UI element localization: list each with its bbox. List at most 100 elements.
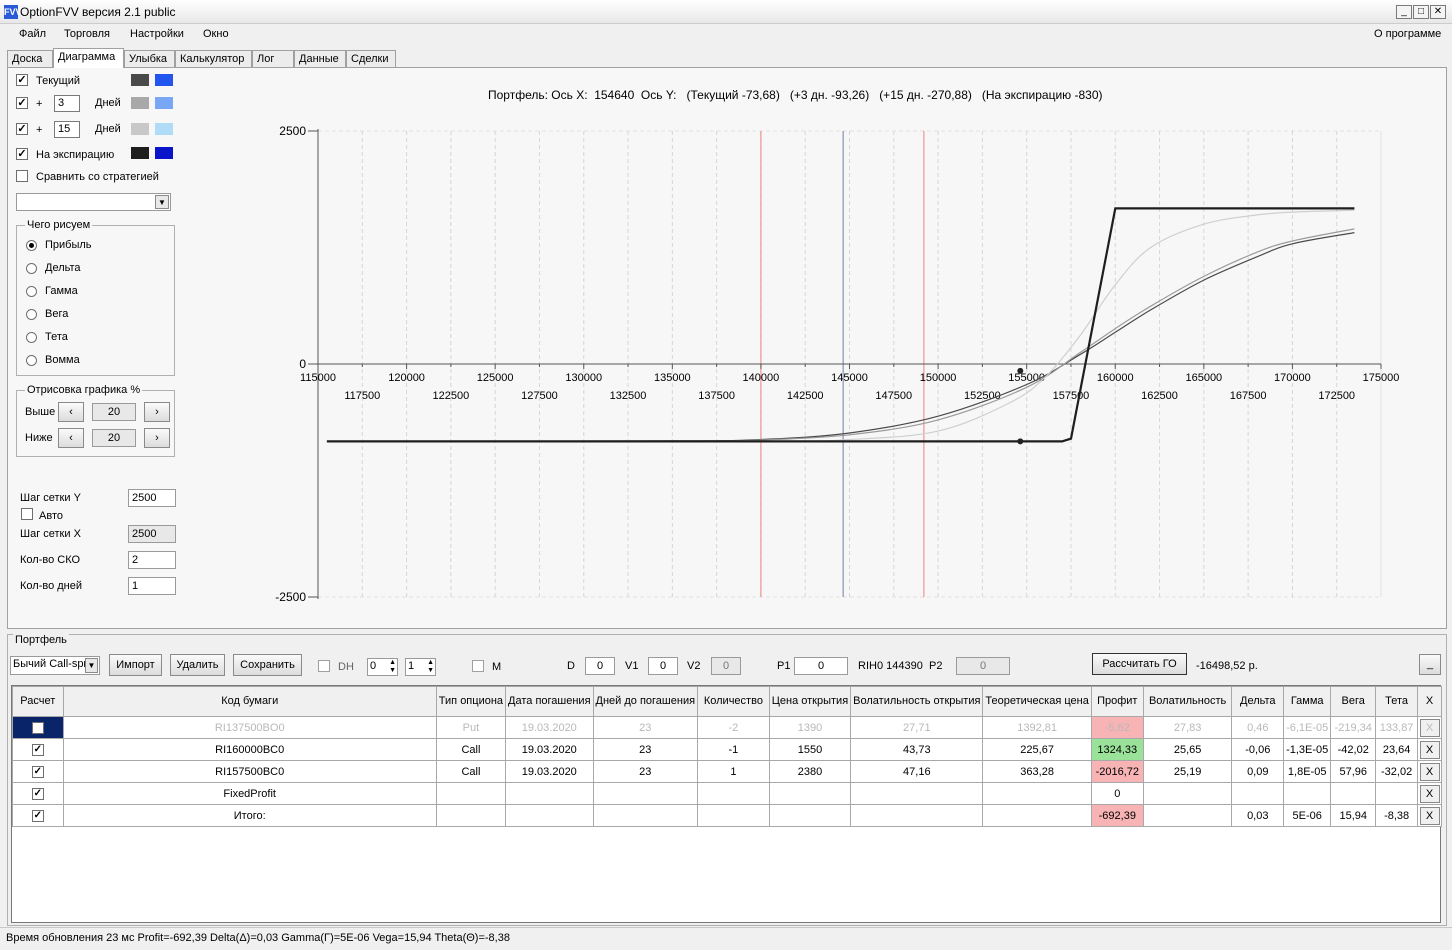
row-calc-checkbox[interactable]: ✓ <box>31 765 44 778</box>
remove-cell[interactable]: X <box>1417 716 1442 739</box>
calc-cell[interactable]: ✓ <box>12 738 64 761</box>
tab-log[interactable]: Лог <box>252 50 294 68</box>
dh-checkbox[interactable] <box>318 660 330 672</box>
delete-button[interactable]: Удалить <box>170 654 225 676</box>
table-row[interactable]: ✓ Итого: -692,39 0,03 5E-06 15,94 -8,38 X <box>12 804 1442 827</box>
remove-row-button[interactable]: X <box>1419 806 1440 825</box>
portfolio-strategy-select[interactable]: Бычий Call-spr ▼ <box>10 656 100 675</box>
remove-cell[interactable]: X <box>1417 804 1442 827</box>
table-row[interactable]: ✓ FixedProfit 0 X <box>12 782 1442 805</box>
menu-trading[interactable]: Торговля <box>64 28 110 40</box>
close-button[interactable]: ✕ <box>1430 5 1446 19</box>
column-header-open-volatility[interactable]: Волатильность открытия <box>850 686 984 717</box>
remove-cell[interactable]: X <box>1417 782 1442 805</box>
menu-file[interactable]: Файл <box>19 28 46 40</box>
payoff-chart[interactable]: 2500 0 -2500 115000 120000 125000 130000 135000… <box>8 68 1446 628</box>
x-tick-label-lower: 152500 <box>964 390 1001 402</box>
column-header-days-to-expiry[interactable]: Дней до погашения <box>592 686 699 717</box>
p2-input[interactable]: 0 <box>956 657 1010 675</box>
cell-days: 23 <box>592 760 699 783</box>
remove-row-button[interactable]: X <box>1419 740 1440 759</box>
x-tick-label-upper: 120000 <box>388 372 425 384</box>
cell-qty: -2 <box>697 716 770 739</box>
save-button[interactable]: Сохранить <box>233 654 302 676</box>
remove-cell[interactable]: X <box>1417 760 1442 783</box>
cell-qty <box>697 804 770 827</box>
cell-theor: 1392,81 <box>982 716 1092 739</box>
row-calc-checkbox[interactable]: ✓ <box>31 809 44 822</box>
column-header-code[interactable]: Код бумаги <box>62 686 437 717</box>
tab-diagram[interactable]: Диаграмма <box>53 48 124 68</box>
m-checkbox[interactable] <box>472 660 484 672</box>
dropdown-arrow-icon[interactable]: ▼ <box>85 658 98 673</box>
calc-cell[interactable]: ✓ <box>12 782 64 805</box>
remove-row-button[interactable]: X <box>1419 784 1440 803</box>
column-header-gamma[interactable]: Гамма <box>1283 686 1332 717</box>
tab-smile[interactable]: Улыбка <box>124 50 175 68</box>
tab-board[interactable]: Доска <box>7 50 53 68</box>
table-row[interactable]: RI137500BO0 Put 19.03.2020 23 -2 1390 27,71 139… <box>12 716 1442 739</box>
x-tick-label-lower: 117500 <box>344 390 380 402</box>
cell-price: 2380 <box>768 760 852 783</box>
column-header-vega[interactable]: Вега <box>1330 686 1377 717</box>
minimize-button[interactable]: _ <box>1396 5 1412 19</box>
tab-strip: Доска Диаграмма Улыбка Калькулятор Лог Д… <box>0 48 1452 68</box>
remove-row-button[interactable]: X <box>1419 762 1440 781</box>
maximize-button[interactable]: □ <box>1413 5 1429 19</box>
calc-cell[interactable]: ✓ <box>12 760 64 783</box>
menu-about[interactable]: О программе <box>1374 28 1441 40</box>
calc-cell[interactable] <box>12 716 64 739</box>
tab-deals[interactable]: Сделки <box>346 50 396 68</box>
calculate-go-button[interactable]: Рассчитать ГО <box>1092 653 1187 675</box>
status-bar: Время обновления 23 мс Profit=-692,39 De… <box>0 927 1452 950</box>
row-calc-checkbox[interactable] <box>31 721 44 734</box>
x-tick-label-upper: 145000 <box>831 372 868 384</box>
d-label: D <box>567 660 575 672</box>
cell-gamma: 5E-06 <box>1283 804 1332 827</box>
column-header-calc[interactable]: Расчет <box>12 686 64 717</box>
v2-input[interactable]: 0 <box>711 657 741 675</box>
column-header-delta[interactable]: Дельта <box>1231 686 1285 717</box>
column-header-volatility[interactable]: Волатильность <box>1142 686 1233 717</box>
column-header-quantity[interactable]: Количество <box>697 686 770 717</box>
dh-spin-1-value: 0 <box>370 660 377 672</box>
p1-input[interactable]: 0 <box>794 657 848 675</box>
portfolio-strategy-value: Бычий Call-spr <box>13 658 88 670</box>
row-calc-checkbox[interactable]: ✓ <box>31 787 44 800</box>
spin-arrows-icon[interactable]: ▲ ▼ <box>389 659 396 675</box>
cell-vol_open: 27,71 <box>850 716 984 739</box>
column-header-theoretical-price[interactable]: Теоретическая цена <box>982 686 1092 717</box>
cell-vega <box>1330 782 1377 805</box>
table-row[interactable]: ✓ RI160000BC0 Call 19.03.2020 23 -1 1550 43,73 2… <box>12 738 1442 761</box>
menu-window[interactable]: Окно <box>203 28 229 40</box>
column-header-remove[interactable]: X <box>1417 686 1442 717</box>
remove-cell[interactable]: X <box>1417 738 1442 761</box>
v2-label: V2 <box>687 660 701 672</box>
cell-theor <box>982 782 1092 805</box>
row-calc-checkbox[interactable]: ✓ <box>31 743 44 756</box>
menu-settings[interactable]: Настройки <box>130 28 184 40</box>
cursor-point-marker <box>1017 438 1024 445</box>
x-tick-label-lower: 172500 <box>1318 390 1355 402</box>
spin-arrows-icon[interactable]: ▲ ▼ <box>427 659 434 675</box>
column-header-theta[interactable]: Тета <box>1375 686 1419 717</box>
column-header-expiry-date[interactable]: Дата погашения <box>505 686 594 717</box>
import-button[interactable]: Импорт <box>109 654 162 676</box>
cell-vega: -219,34 <box>1330 716 1377 739</box>
column-header-profit[interactable]: Профит <box>1090 686 1144 717</box>
column-header-option-type[interactable]: Тип опциона <box>435 686 507 717</box>
column-header-open-price[interactable]: Цена открытия <box>768 686 852 717</box>
table-row[interactable]: ✓ RI157500BC0 Call 19.03.2020 23 1 2380 47,16 36… <box>12 760 1442 783</box>
calc-cell[interactable]: ✓ <box>12 804 64 827</box>
v1-input[interactable]: 0 <box>648 657 678 675</box>
dh-spin-2[interactable]: 1 ▲ ▼ <box>405 658 436 676</box>
x-tick-label-lower: 142500 <box>787 390 824 402</box>
cell-gamma <box>1283 782 1332 805</box>
portfolio-minimize-button[interactable]: _ <box>1419 654 1441 675</box>
tab-data[interactable]: Данные <box>294 50 346 68</box>
d-input[interactable]: 0 <box>585 657 615 675</box>
remove-row-button[interactable]: X <box>1419 718 1440 737</box>
dh-spin-1[interactable]: 0 ▲ ▼ <box>367 658 398 676</box>
cell-theta: 23,64 <box>1375 738 1419 761</box>
tab-calculator[interactable]: Калькулятор <box>175 50 252 68</box>
